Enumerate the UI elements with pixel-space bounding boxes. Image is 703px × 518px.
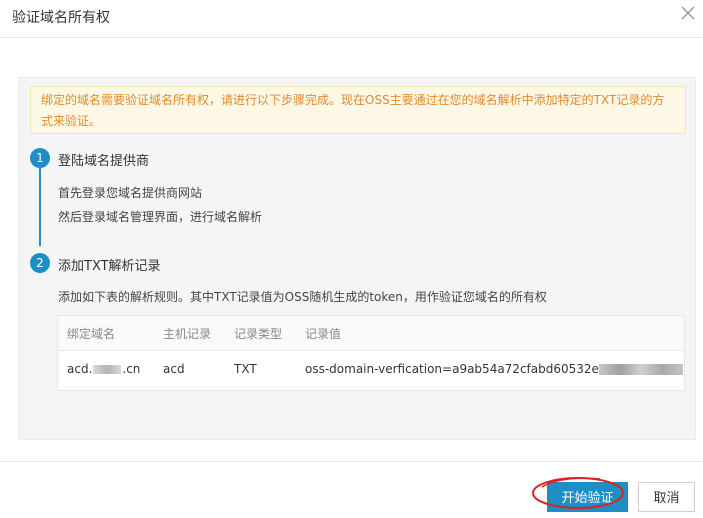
step-1-line-1: 首先登录您域名提供商网站 [58, 186, 203, 200]
step-2-line-1: 添加如下表的解析规则。其中TXT记录值为OSS随机生成的token，用作验证您域… [58, 290, 547, 304]
step-1-title: 登陆域名提供商 [58, 154, 150, 169]
column-header-type: 记录类型 [234, 327, 283, 341]
cell-type: TXT [234, 362, 257, 376]
column-header-value: 记录值 [305, 327, 342, 341]
table-header-row: 绑定域名 主机记录 记录类型 记录值 [58, 316, 684, 351]
notice-banner: 绑定的域名需要验证域名所有权，请进行以下步骤完成。现在OSS主要通过在您的域名解… [30, 86, 686, 134]
record-value: oss-domain-verfication=a9ab54a72cfabd605… [305, 362, 599, 376]
red-annotation-ellipse [532, 477, 624, 509]
cancel-button[interactable]: 取消 [638, 482, 695, 512]
close-icon [681, 6, 695, 20]
dialog-title: 验证域名所有权 [12, 10, 110, 26]
cell-domain: acd. .cn [67, 362, 140, 376]
cell-value: oss-domain-verfication=a9ab54a72cfabd605… [305, 362, 683, 376]
step-connector-line [39, 168, 41, 246]
footer-divider [0, 461, 703, 462]
step-2-title: 添加TXT解析记录 [58, 259, 161, 274]
step-1-line-2: 然后登录域名管理界面，进行域名解析 [58, 210, 263, 224]
step-1-number: 1 [30, 148, 50, 168]
redacted-token-part [598, 364, 683, 375]
domain-prefix: acd. [67, 362, 93, 376]
column-header-domain: 绑定域名 [67, 327, 116, 341]
close-button[interactable] [677, 2, 699, 24]
txt-record-table: 绑定域名 主机记录 记录类型 记录值 acd. .cn acd TXT oss-d… [57, 315, 685, 391]
dialog-header: 验证域名所有权 [0, 0, 703, 38]
cell-host: acd [163, 362, 185, 376]
redacted-domain-part [93, 365, 122, 374]
domain-suffix: .cn [122, 362, 141, 376]
column-header-host: 主机记录 [163, 327, 212, 341]
step-2-number: 2 [30, 253, 50, 273]
